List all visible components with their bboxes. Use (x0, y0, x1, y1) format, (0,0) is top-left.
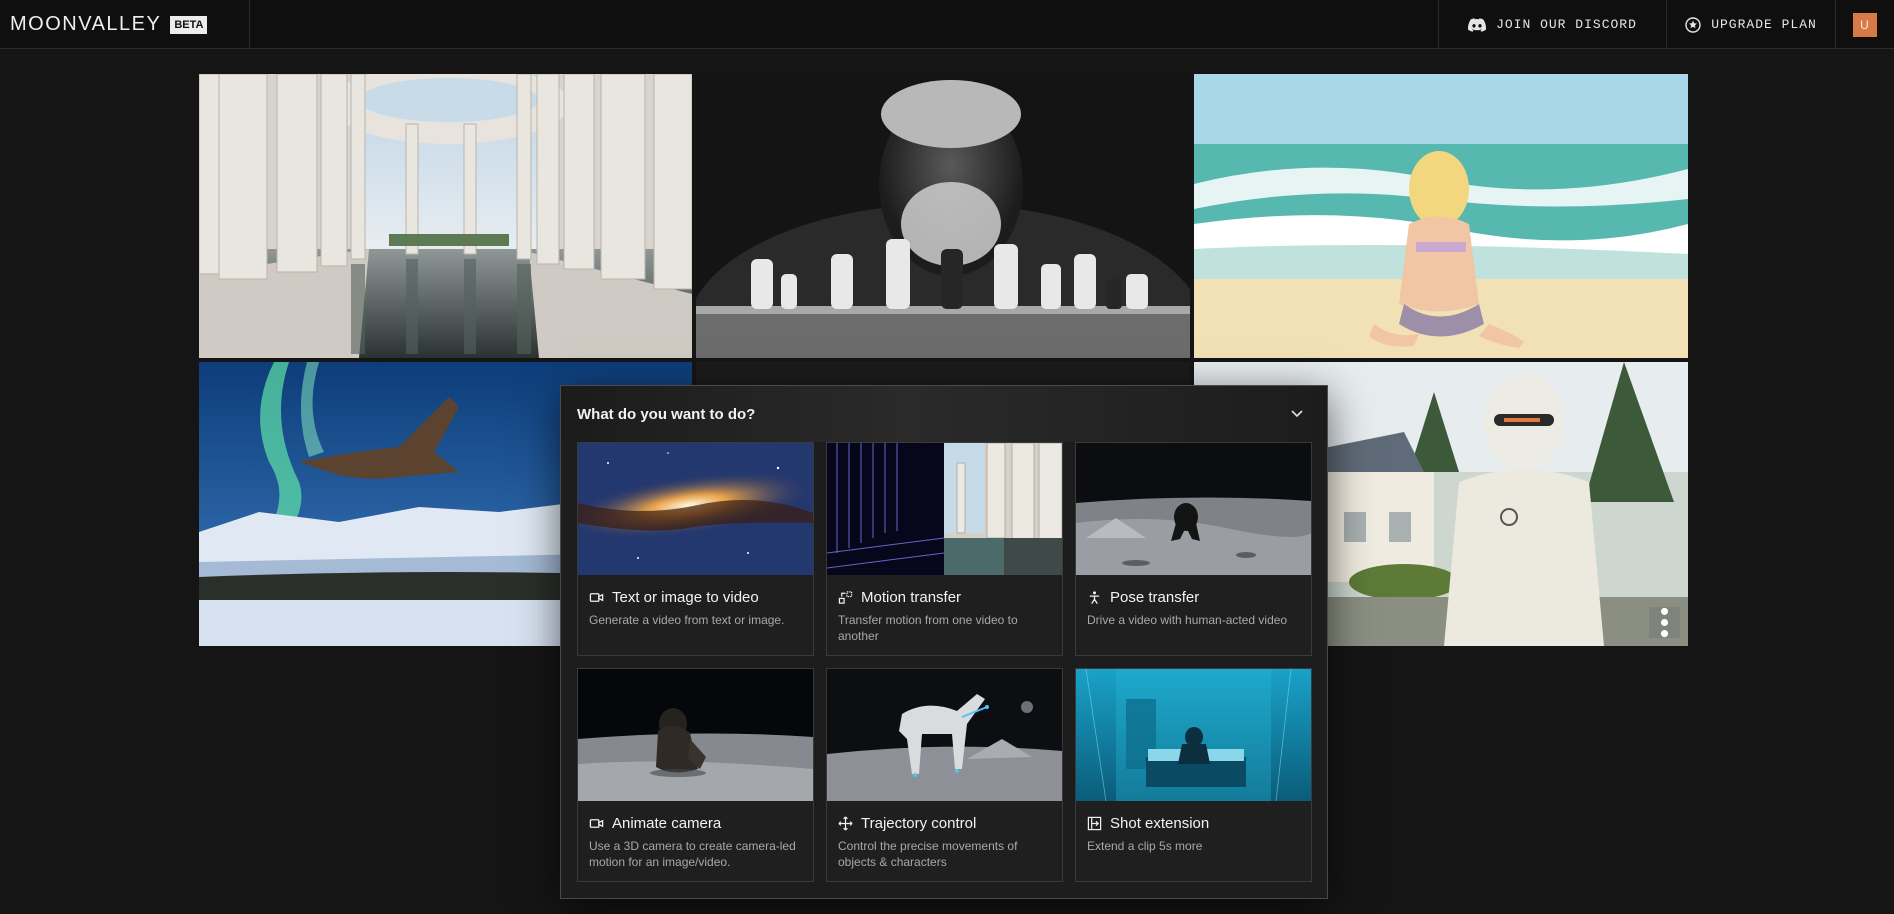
card-thumbnail (578, 443, 813, 575)
top-bar: MOONVALLEY BETA JOIN OUR DISCORD UPGRADE… (0, 0, 1894, 49)
card-pose-transfer[interactable]: Pose transfer Drive a video with human-a… (1075, 442, 1312, 656)
chevron-down-icon[interactable] (1289, 405, 1305, 421)
card-description: Generate a video from text or image. (589, 613, 785, 627)
card-shot-extension[interactable]: Shot extension Extend a clip 5s more (1075, 668, 1312, 882)
card-title: Animate camera (612, 815, 722, 832)
panel-header[interactable]: What do you want to do? (561, 386, 1327, 442)
card-thumbnail (827, 443, 1062, 575)
join-discord-button[interactable]: JOIN OUR DISCORD (1438, 0, 1666, 49)
gallery-image (199, 74, 692, 358)
card-description: Extend a clip 5s more (1087, 839, 1203, 853)
action-picker-panel: What do you want to do? Text or image to… (560, 385, 1328, 899)
beta-badge: BETA (170, 15, 208, 34)
shot-extension-icon (1087, 816, 1102, 831)
gallery-image (1194, 74, 1688, 358)
card-description: Drive a video with human-acted video (1087, 613, 1288, 627)
card-description: Transfer motion from one video to anothe… (838, 613, 1018, 643)
card-motion-transfer[interactable]: Motion transfer Transfer motion from one… (826, 442, 1063, 656)
card-title: Trajectory control (861, 815, 977, 832)
card-thumbnail (827, 669, 1062, 801)
brand-logo[interactable]: MOONVALLEY (10, 13, 161, 36)
card-thumbnail (1076, 669, 1311, 801)
gallery-tile-columns[interactable] (199, 74, 692, 358)
card-title: Text or image to video (612, 589, 759, 606)
upgrade-plan-button[interactable]: UPGRADE PLAN (1666, 0, 1835, 49)
video-camera-icon (589, 819, 604, 828)
join-discord-label: JOIN OUR DISCORD (1496, 17, 1637, 32)
star-circle-icon (1685, 16, 1701, 33)
gallery-tile-chess[interactable] (696, 74, 1190, 358)
card-thumbnail (578, 669, 813, 801)
avatar[interactable]: U (1853, 12, 1877, 37)
card-description: Control the precise movements of objects… (838, 839, 1018, 869)
card-title: Pose transfer (1110, 589, 1200, 606)
card-text-or-image-to-video[interactable]: Text or image to video Generate a video … (577, 442, 814, 656)
card-title: Shot extension (1110, 815, 1210, 832)
card-description: Use a 3D camera to create camera-led mot… (589, 839, 796, 869)
more-vertical-icon (1660, 607, 1669, 638)
gallery-tile-beach[interactable] (1194, 74, 1688, 358)
motion-transfer-icon (838, 591, 853, 604)
move-arrows-icon (838, 816, 853, 831)
brand[interactable]: MOONVALLEY BETA (0, 0, 250, 49)
gallery-image (696, 74, 1190, 358)
card-title: Motion transfer (861, 589, 962, 606)
person-pose-icon (1089, 591, 1100, 604)
user-menu[interactable]: U (1835, 0, 1894, 49)
upgrade-plan-label: UPGRADE PLAN (1711, 17, 1817, 32)
video-camera-icon (589, 593, 604, 602)
card-animate-camera[interactable]: Animate camera Use a 3D camera to create… (577, 668, 814, 882)
discord-icon (1468, 17, 1487, 32)
card-thumbnail (1076, 443, 1311, 575)
card-trajectory-control[interactable]: Trajectory control Control the precise m… (826, 668, 1063, 882)
more-options-button[interactable] (1649, 607, 1680, 638)
panel-title: What do you want to do? (577, 405, 756, 423)
